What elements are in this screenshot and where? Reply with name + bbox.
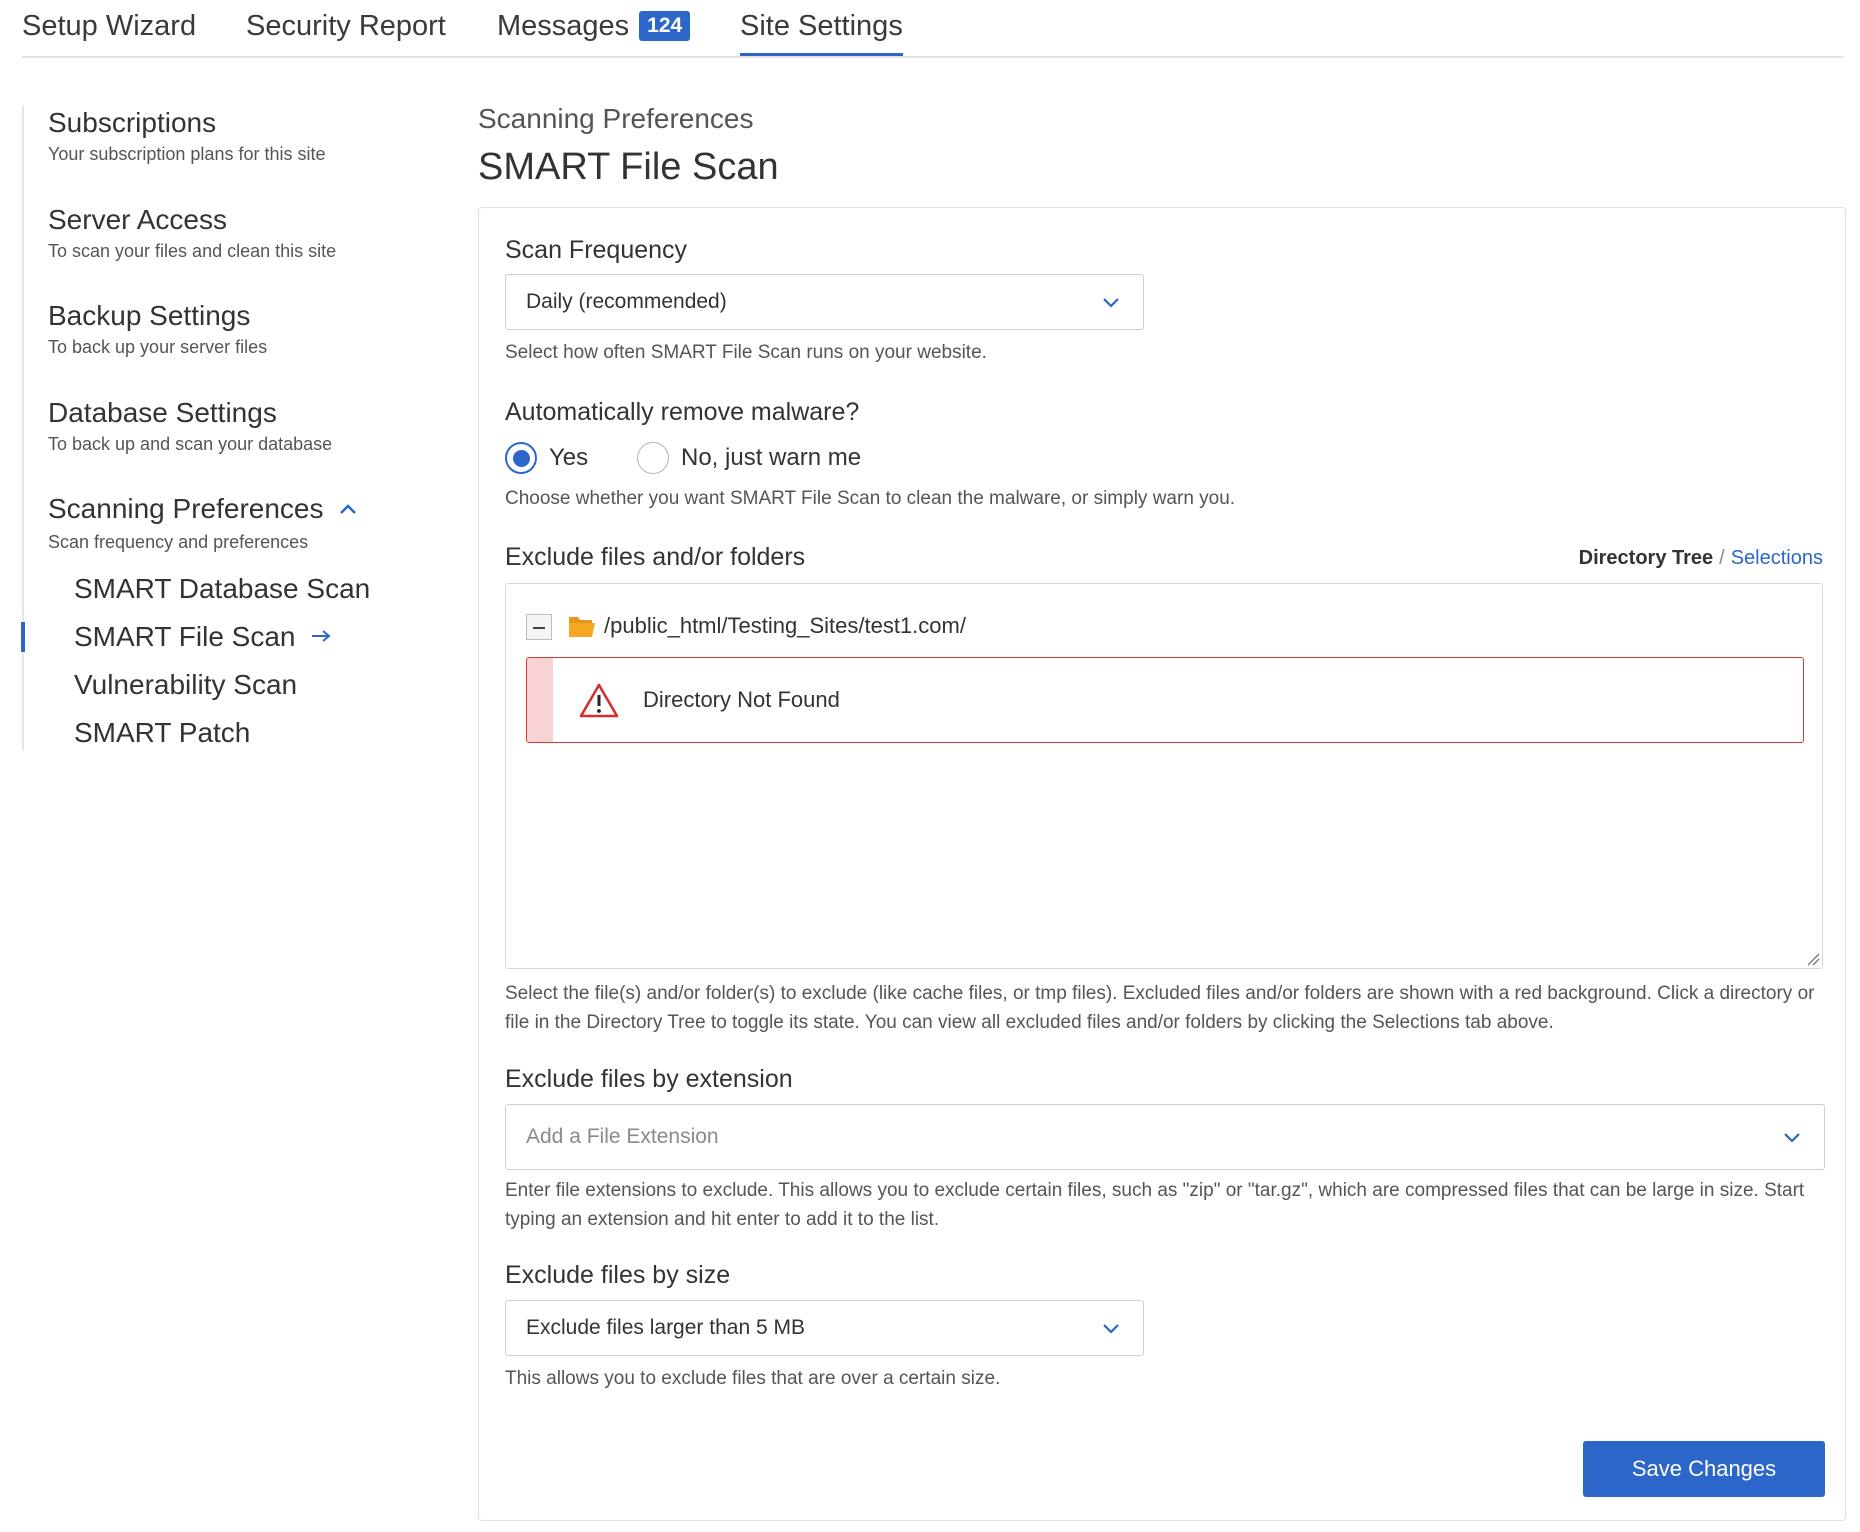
scan-frequency-label: Scan Frequency — [505, 236, 688, 264]
breadcrumb: Scanning Preferences — [478, 103, 754, 134]
auto-remove-help: Choose whether you want SMART File Scan … — [505, 488, 1236, 509]
sidebar-item-subtitle: To scan your files and clean this site — [48, 241, 337, 261]
sidebar-item-server-access[interactable]: Server Access To scan your files and cle… — [48, 203, 336, 263]
sidebar-subitem-smart-patch[interactable]: SMART Patch — [74, 716, 250, 750]
collapse-icon[interactable] — [526, 614, 552, 640]
page: Setup Wizard Security Report Messages 124… — [0, 0, 1860, 1532]
scan-frequency-value: Daily (recommended) — [526, 290, 727, 313]
file-extension-input[interactable]: Add a File Extension — [505, 1104, 1825, 1170]
chevron-down-icon — [1103, 1324, 1119, 1334]
tab-site-settings[interactable]: Site Settings — [740, 6, 903, 56]
arrow-right-icon — [303, 625, 332, 652]
tab-security-report[interactable]: Security Report — [246, 6, 446, 56]
sidebar-item-subtitle: To back up your server files — [48, 337, 268, 357]
tab-setup-wizard[interactable]: Setup Wizard — [22, 6, 196, 56]
directory-tree[interactable]: /public_html/Testing_Sites/test1.com/ Di… — [505, 583, 1823, 969]
file-extension-placeholder: Add a File Extension — [526, 1125, 719, 1148]
radio-no[interactable] — [637, 442, 669, 474]
page-title: SMART File Scan — [478, 146, 779, 188]
view-toggle: Directory Tree / Selections — [1579, 543, 1823, 573]
tree-folder-path[interactable]: /public_html/Testing_Sites/test1.com/ — [604, 610, 966, 642]
sidebar-item-title: Subscriptions — [48, 107, 217, 138]
resize-handle-icon[interactable] — [1806, 952, 1820, 966]
radio-no-label[interactable]: No, just warn me — [681, 442, 861, 474]
sidebar-item-subtitle: Scan frequency and preferences — [48, 532, 309, 552]
folder-open-icon — [569, 617, 595, 637]
settings-panel: Scan Frequency Daily (recommended) Selec… — [478, 207, 1846, 1521]
exclude-folders-label: Exclude files and/or folders — [505, 543, 806, 571]
top-tabs: Setup Wizard Security Report Messages 124… — [22, 0, 1844, 58]
chevron-down-icon — [1784, 1133, 1800, 1143]
exclude-size-value: Exclude files larger than 5 MB — [526, 1316, 805, 1339]
sidebar-subitem-smart-file-scan[interactable]: SMART File Scan — [74, 620, 332, 656]
alert-stripe — [527, 658, 553, 742]
exclude-size-label: Exclude files by size — [505, 1261, 731, 1289]
sidebar-item-database-settings[interactable]: Database Settings To back up and scan yo… — [48, 396, 332, 456]
warning-icon — [579, 683, 619, 718]
selections-link[interactable]: Selections — [1731, 547, 1823, 569]
sidebar-item-subtitle: To back up and scan your database — [48, 434, 333, 454]
active-indicator — [21, 622, 25, 652]
alert-message: Directory Not Found — [643, 687, 840, 712]
radio-yes-label[interactable]: Yes — [549, 442, 588, 474]
exclude-size-help: This allows you to exclude files that ar… — [505, 1368, 1001, 1389]
scan-frequency-select[interactable]: Daily (recommended) — [505, 274, 1144, 330]
sidebar-subitem-vulnerability-scan[interactable]: Vulnerability Scan — [74, 668, 297, 702]
sidebar-item-subtitle: Your subscription plans for this site — [48, 144, 326, 164]
save-changes-button[interactable]: Save Changes — [1583, 1441, 1825, 1497]
radio-yes[interactable] — [505, 442, 537, 474]
sidebar-subitem-smart-database-scan[interactable]: SMART Database Scan — [74, 572, 370, 606]
sidebar-item-title: Scanning Preferences — [48, 492, 358, 528]
sidebar-item-backup-settings[interactable]: Backup Settings To back up your server f… — [48, 299, 267, 359]
chevron-up-icon — [332, 497, 359, 524]
sidebar-item-title: Server Access — [48, 204, 227, 235]
sidebar-item-scanning-preferences[interactable]: Scanning Preferences Scan frequency and … — [48, 492, 358, 554]
exclude-extension-label: Exclude files by extension — [505, 1065, 793, 1093]
exclude-size-select[interactable]: Exclude files larger than 5 MB — [505, 1300, 1144, 1356]
sidebar: Subscriptions Your subscription plans fo… — [21, 106, 422, 750]
sidebar-subitem-label: SMART File Scan — [74, 621, 296, 652]
directory-tree-link[interactable]: Directory Tree — [1579, 547, 1714, 569]
scan-frequency-help: Select how often SMART File Scan runs on… — [505, 342, 987, 363]
chevron-down-icon — [1103, 298, 1119, 308]
tab-messages[interactable]: Messages 124 — [497, 6, 691, 56]
sidebar-item-title-text: Scanning Preferences — [48, 493, 324, 524]
view-separator: / — [1719, 547, 1725, 569]
directory-not-found-alert: Directory Not Found — [526, 657, 1804, 743]
auto-remove-label: Automatically remove malware? — [505, 398, 860, 426]
exclude-folders-help: Select the file(s) and/or folder(s) to e… — [505, 983, 1815, 1033]
exclude-extension-help: Enter file extensions to exclude. This a… — [505, 1180, 1805, 1230]
messages-count-badge: 124 — [639, 11, 691, 41]
tab-messages-label: Messages — [497, 10, 630, 42]
sidebar-item-title: Backup Settings — [48, 300, 251, 331]
sidebar-item-subscriptions[interactable]: Subscriptions Your subscription plans fo… — [48, 106, 325, 166]
sidebar-item-title: Database Settings — [48, 397, 277, 428]
